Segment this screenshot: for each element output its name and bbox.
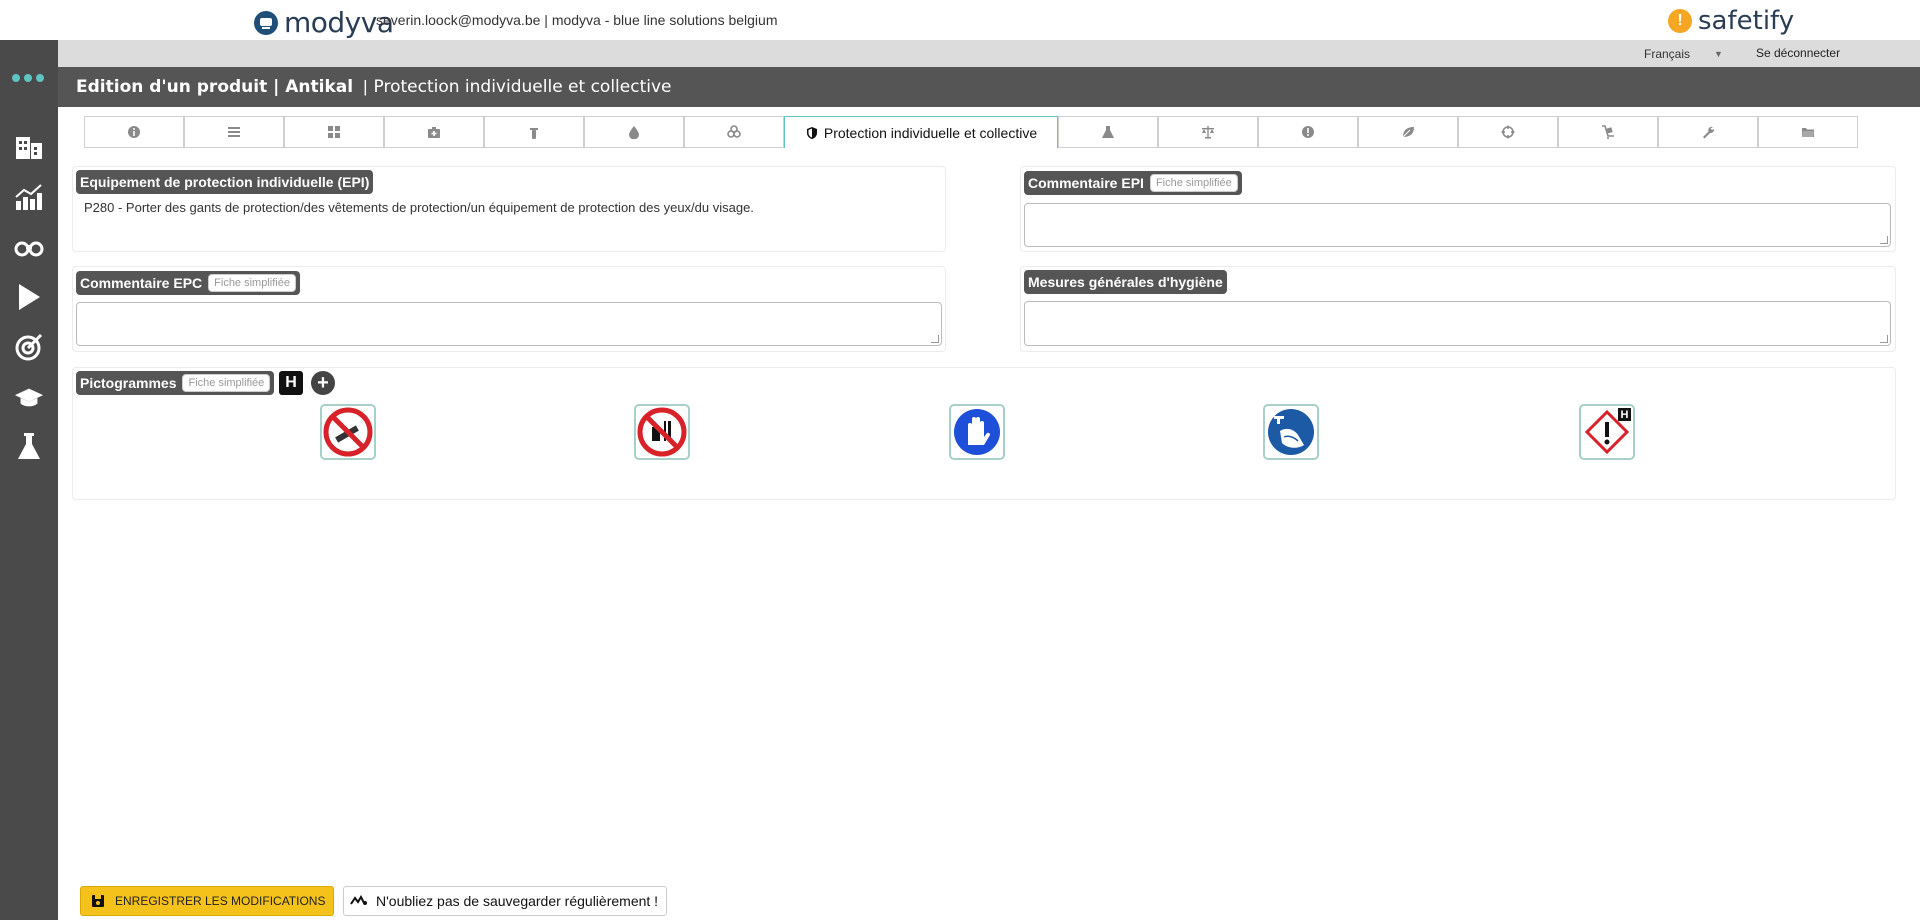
trolley-icon	[1602, 125, 1614, 139]
buildings-icon[interactable]	[14, 132, 44, 162]
shield-icon	[806, 126, 817, 139]
page-title: Edition d'un produit | Antikal	[76, 77, 354, 97]
tab-balance[interactable]	[1158, 116, 1258, 148]
add-pictogram-button[interactable]: +	[311, 371, 335, 395]
safetify-logo-icon: !	[1668, 9, 1692, 33]
target-icon[interactable]	[14, 332, 44, 362]
biohazard-icon	[727, 125, 741, 138]
balance-icon	[1202, 126, 1214, 139]
no-eating-drinking-icon[interactable]	[634, 404, 690, 460]
list-icon	[228, 127, 240, 137]
tab-documents[interactable]	[1758, 116, 1858, 148]
user-info: severin.loock@modyva.be | modyva - blue …	[376, 12, 778, 28]
tab-first-aid[interactable]	[384, 116, 484, 148]
chevron-down-icon: ▼	[1714, 49, 1723, 59]
floppy-disk-icon	[92, 895, 104, 907]
tab-protection[interactable]: Protection individuelle et collective	[784, 116, 1058, 148]
menu-dots-icon[interactable]	[12, 74, 46, 84]
fiche-simplifiee-pill[interactable]: Fiche simplifiée	[208, 274, 296, 292]
title-separator: |	[363, 77, 368, 96]
binoculars-icon[interactable]	[14, 232, 44, 262]
commentaire-epi-field[interactable]	[1024, 203, 1891, 247]
drop-icon	[629, 126, 639, 139]
save-reminder: N'oubliez pas de sauvegarder régulièreme…	[343, 886, 667, 916]
tab-environment[interactable]	[1358, 116, 1458, 148]
commentaire-epi-label: Commentaire EPI Fiche simplifiée	[1024, 171, 1242, 195]
tab-crosshair[interactable]	[1458, 116, 1558, 148]
folder-icon	[1802, 128, 1814, 137]
play-icon[interactable]	[14, 282, 44, 312]
top-bar: modyva severin.loock@modyva.be | modyva …	[0, 0, 1920, 40]
tab-tools[interactable]	[1658, 116, 1758, 148]
picto-badge-text: H	[1621, 409, 1629, 421]
flask-icon	[1102, 126, 1114, 138]
h-button[interactable]: H	[279, 371, 303, 395]
save-button-label: ENREGISTRER LES MODIFICATIONS	[115, 894, 326, 908]
hygiene-label: Mesures générales d'hygiène	[1024, 270, 1227, 294]
alert-icon	[1302, 126, 1314, 138]
modyva-logo[interactable]: modyva	[254, 6, 394, 39]
reminder-icon	[350, 895, 367, 905]
no-smoking-icon[interactable]	[320, 404, 376, 460]
modyva-logo-icon	[254, 10, 278, 35]
wash-hands-icon[interactable]	[1263, 404, 1319, 460]
grid-icon	[328, 126, 340, 138]
ghs-exclamation-icon[interactable]: H	[1579, 404, 1635, 460]
pictogrammes-label-text: Pictogrammes	[80, 375, 177, 391]
fire-extinguisher-icon	[530, 128, 538, 139]
info-icon	[128, 126, 140, 138]
save-button[interactable]: ENREGISTRER LES MODIFICATIONS	[80, 886, 334, 916]
tab-protection-label: Protection individuelle et collective	[823, 124, 1038, 141]
tab-biohazard[interactable]	[684, 116, 784, 148]
crosshair-icon	[1501, 125, 1515, 139]
first-aid-icon	[428, 127, 440, 138]
tab-transport[interactable]	[1558, 116, 1658, 148]
epi-label: Equipement de protection individuelle (E…	[76, 170, 374, 194]
fiche-simplifiee-pill[interactable]: Fiche simplifiée	[182, 374, 271, 392]
tab-alert[interactable]	[1258, 116, 1358, 148]
tab-drop[interactable]	[584, 116, 684, 148]
graduation-cap-icon[interactable]	[14, 382, 44, 412]
language-label: Français	[1644, 47, 1691, 61]
safetify-name: safetify	[1698, 6, 1795, 36]
commentaire-epc-field[interactable]	[76, 302, 942, 346]
sub-bar: Français ▼ Se déconnecter	[58, 40, 1920, 67]
save-reminder-text: N'oubliez pas de sauvegarder régulièreme…	[376, 893, 659, 909]
leaf-icon	[1402, 127, 1414, 138]
safetify-logo: ! safetify	[1668, 6, 1794, 36]
logout-link[interactable]: Se déconnecter	[1756, 46, 1840, 60]
page-title-bar: Edition d'un produit | Antikal | Protect…	[58, 67, 1920, 107]
flask-icon[interactable]	[14, 432, 44, 462]
tab-info[interactable]	[84, 116, 184, 148]
fiche-simplifiee-pill[interactable]: Fiche simplifiée	[1149, 174, 1238, 192]
pictogrammes-label: Pictogrammes Fiche simplifiée	[76, 371, 275, 395]
language-select[interactable]: Français ▼	[1644, 47, 1723, 61]
commentaire-epi-label-text: Commentaire EPI	[1028, 175, 1144, 191]
epi-text: P280 - Porter des gants de protection/de…	[84, 200, 754, 215]
growth-chart-icon[interactable]	[14, 182, 44, 212]
tab-strip: Protection individuelle et collective	[84, 116, 1866, 148]
hygiene-label-text: Mesures générales d'hygiène	[1028, 274, 1223, 290]
wrench-icon	[1703, 126, 1715, 139]
page-subtitle: Protection individuelle et collective	[373, 77, 672, 97]
tab-lab[interactable]	[1058, 116, 1158, 148]
commentaire-epc-label: Commentaire EPC Fiche simplifiée	[76, 271, 300, 295]
tab-extinguisher[interactable]	[484, 116, 584, 148]
epi-label-text: Equipement de protection individuelle (E…	[80, 174, 370, 190]
commentaire-epc-label-text: Commentaire EPC	[80, 275, 203, 291]
tab-list[interactable]	[184, 116, 284, 148]
tab-grid[interactable]	[284, 116, 384, 148]
sidebar	[0, 40, 58, 920]
hygiene-field[interactable]	[1024, 301, 1891, 346]
wear-gloves-icon[interactable]	[949, 404, 1005, 460]
